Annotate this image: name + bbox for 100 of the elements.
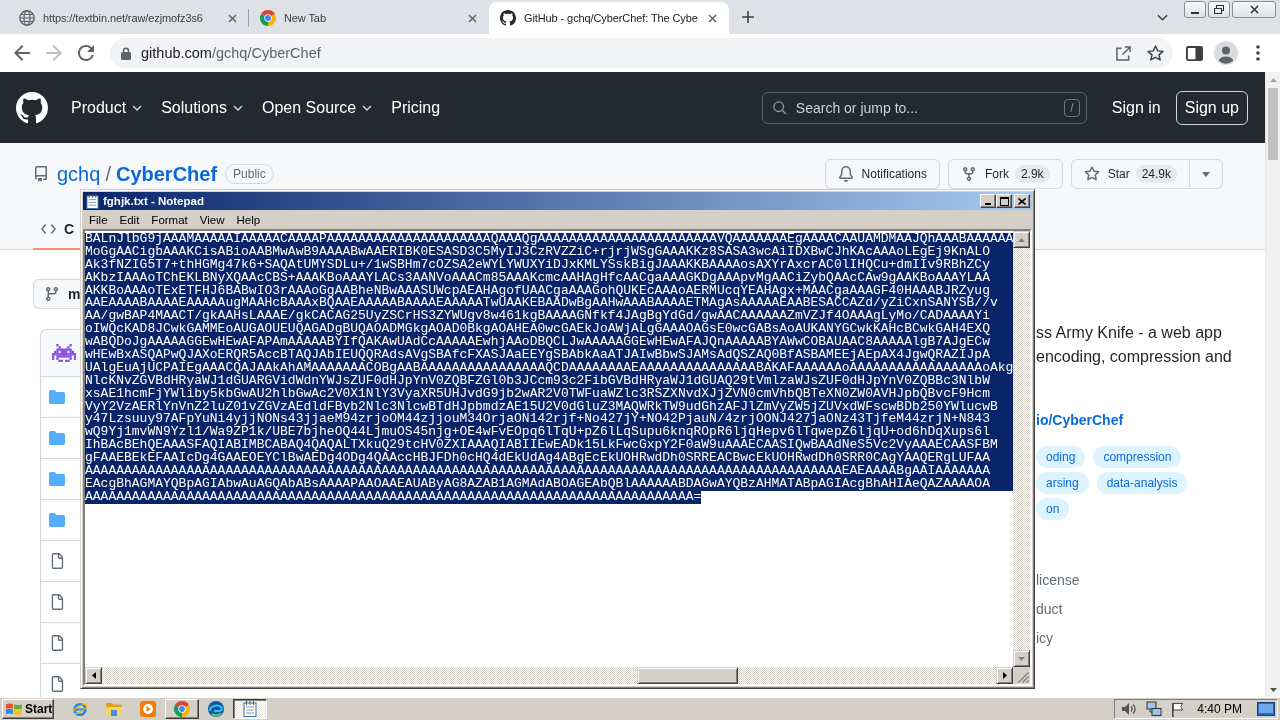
share-icon	[1115, 45, 1131, 61]
topic-tag[interactable]: data-analysis	[1096, 472, 1188, 494]
forward-arrow-icon	[46, 45, 62, 61]
repo-owner-link[interactable]: gchq	[57, 162, 101, 186]
repo-name-link[interactable]: CyberChef	[115, 162, 218, 186]
fork-count: 2.9k	[1014, 165, 1050, 183]
page-scrollbar[interactable]	[1265, 72, 1280, 697]
show-desktop-icon[interactable]	[1257, 702, 1275, 716]
scroll-up-button[interactable]	[1013, 231, 1031, 248]
star-count: 24.9k	[1135, 165, 1177, 183]
search-icon	[772, 100, 787, 115]
ring-logo-icon	[72, 701, 88, 717]
nav-link[interactable]: Pricing	[391, 98, 441, 117]
branch-icon	[44, 286, 60, 302]
tab-close-button[interactable]	[225, 11, 239, 25]
branch-button[interactable]: m	[33, 279, 80, 309]
close-icon	[1249, 5, 1259, 14]
circle-logo-icon	[174, 701, 190, 717]
topic-tag[interactable]: compression	[1093, 446, 1182, 468]
vertical-scrollbar[interactable]	[1013, 231, 1031, 667]
browser-tab[interactable]: GitHub - gchq/CyberChef: The Cybe	[489, 2, 729, 34]
description-text: ss Army Knife - a web app	[1036, 323, 1222, 343]
cat-logo-icon	[500, 10, 516, 26]
scrollbar-thumb[interactable]	[1268, 88, 1278, 160]
start-button[interactable]: Start	[2, 699, 54, 719]
sign-up-button[interactable]: Sign up	[1175, 90, 1248, 125]
menu-item[interactable]: View	[193, 213, 231, 226]
network-icon[interactable]	[1146, 701, 1163, 717]
star-button[interactable]: Star 24.9k	[1070, 159, 1190, 189]
tab-close-button[interactable]	[705, 11, 719, 25]
notifications-button[interactable]: Notifications	[824, 159, 940, 189]
flag-icon[interactable]	[1171, 701, 1185, 717]
close-icon	[707, 13, 717, 23]
address-bar[interactable]: github.com/gchq/CyberChef	[110, 38, 1173, 68]
scroll-left-button[interactable]	[85, 667, 102, 684]
repo-icon	[33, 166, 49, 182]
topic-tag[interactable]: oding	[1036, 446, 1086, 468]
star-options-button[interactable]	[1190, 159, 1223, 189]
maximize-button[interactable]	[996, 194, 1012, 208]
maximize-icon	[999, 196, 1009, 206]
clock[interactable]: 4:40 PM	[1197, 702, 1242, 716]
menu-item[interactable]: Help	[230, 213, 267, 226]
browser-tab[interactable]: New Tab	[249, 2, 489, 34]
chevron-down-icon	[362, 104, 373, 111]
play-icon	[140, 701, 156, 717]
website-link[interactable]: io/CyberChef	[1036, 410, 1124, 430]
nav-menu-button[interactable]: Solutions	[161, 98, 243, 117]
scroll-right-button[interactable]	[996, 667, 1013, 684]
file-icon[interactable]	[50, 676, 64, 692]
minimize-button[interactable]	[1184, 1, 1206, 18]
chevron-down-icon	[1156, 13, 1168, 21]
topic-tag[interactable]: arsing	[1036, 472, 1089, 494]
sidebar-link[interactable]: license	[1036, 570, 1080, 590]
scroll-down-button[interactable]	[1013, 650, 1031, 667]
lock-icon	[121, 46, 131, 60]
resize-grip-icon[interactable]	[1018, 672, 1029, 683]
notepad-icon	[243, 701, 257, 717]
file-icon[interactable]	[50, 594, 64, 610]
back-arrow-icon	[14, 45, 30, 61]
pixel-avatar-icon	[52, 344, 76, 362]
browser-tab[interactable]: https://textbin.net/raw/ezjmofz3s6	[8, 2, 248, 34]
path-separator: /	[105, 162, 111, 186]
nav-menu-button[interactable]: Product	[71, 98, 143, 117]
globe-icon	[19, 10, 35, 26]
restore-button[interactable]	[1208, 1, 1230, 18]
sign-in-link[interactable]: Sign in	[1111, 98, 1161, 117]
sidebar-link[interactable]: icy	[1036, 628, 1054, 648]
speaker-icon[interactable]	[1121, 702, 1138, 716]
taskbar-app-button[interactable]	[233, 699, 267, 719]
caret-icon	[1202, 171, 1210, 177]
scroll-down-icon	[1269, 687, 1277, 692]
menu-item[interactable]: File	[83, 213, 114, 226]
reload-icon	[78, 45, 94, 61]
description-text: encoding, compression and	[1036, 347, 1232, 367]
chevron-down-icon	[232, 104, 243, 111]
sidebar-link[interactable]: duct	[1036, 599, 1063, 619]
file-icon[interactable]	[50, 635, 64, 651]
up-arrow-icon	[1018, 237, 1026, 242]
close-button[interactable]	[1232, 1, 1276, 18]
tab-close-button[interactable]	[465, 11, 479, 25]
avatar-icon	[1214, 41, 1238, 65]
file-icon[interactable]	[50, 553, 64, 569]
cat-logo-icon[interactable]	[16, 91, 48, 124]
menu-item[interactable]: Format	[145, 213, 194, 226]
side-panel-icon	[1185, 45, 1203, 61]
topic-tag[interactable]: on	[1036, 498, 1070, 520]
close-icon	[1018, 197, 1026, 205]
horizontal-scrollbar[interactable]	[85, 667, 1013, 684]
scroll-up-icon	[1269, 77, 1277, 82]
bell-icon	[837, 166, 854, 182]
fork-icon	[960, 166, 977, 182]
menu-item[interactable]: Edit	[113, 213, 146, 226]
window-title: fghjk.txt - Notepad	[103, 195, 204, 207]
nav-menu-button[interactable]: Open Source	[261, 98, 373, 117]
menu-icon	[1256, 45, 1260, 61]
fork-button[interactable]: Fork 2.9k	[947, 159, 1063, 189]
scrollbar-thumb[interactable]	[637, 667, 738, 684]
left-arrow-icon	[91, 672, 96, 679]
folder-icon	[106, 702, 122, 716]
right-arrow-icon	[1002, 672, 1007, 679]
